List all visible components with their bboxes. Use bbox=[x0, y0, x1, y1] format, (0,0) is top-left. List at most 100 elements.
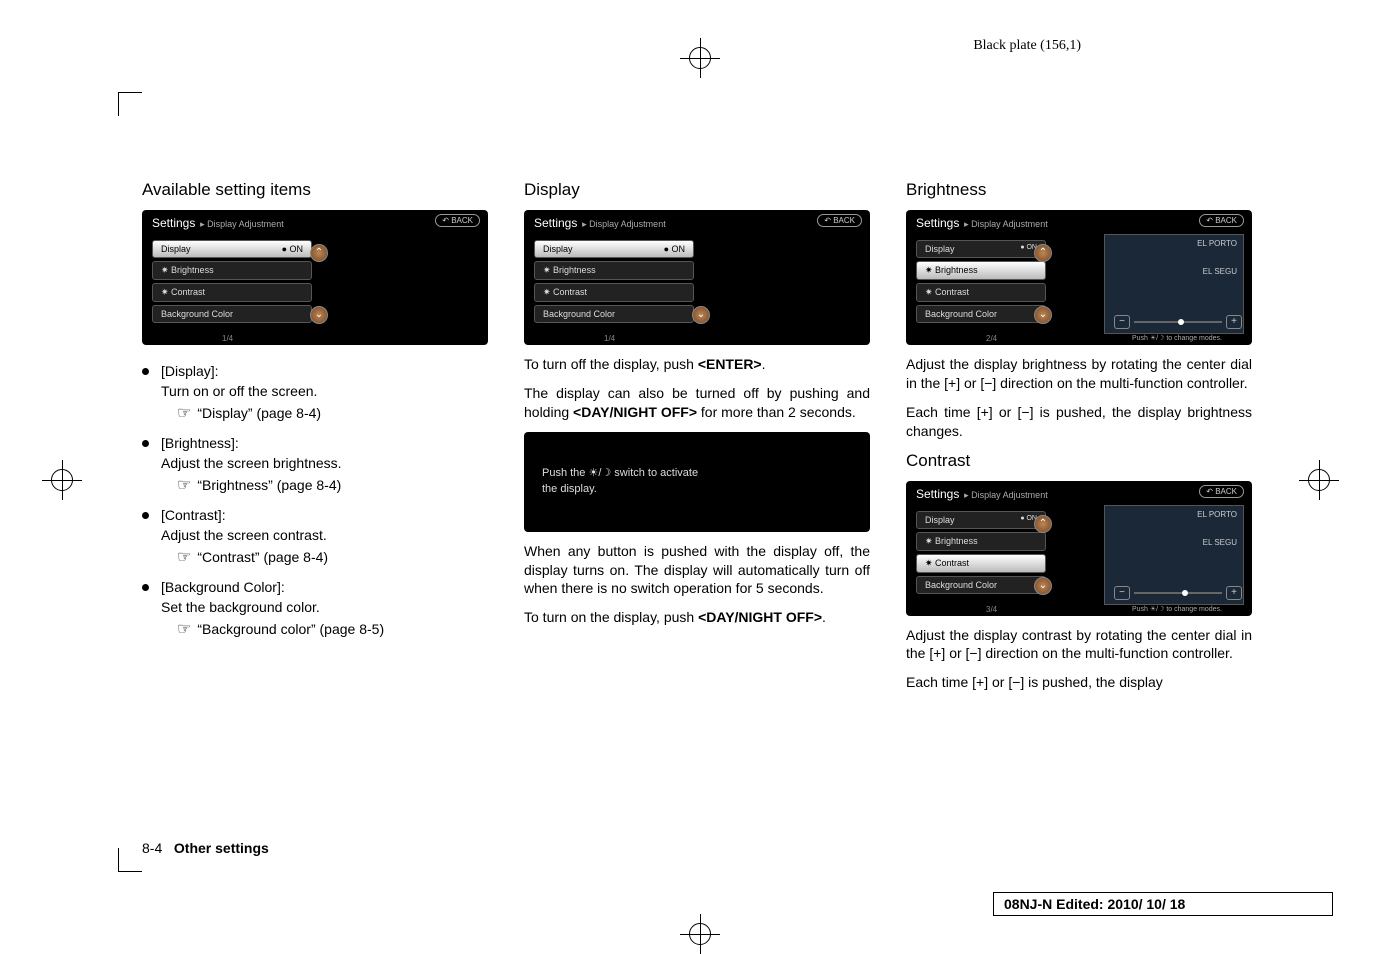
ss-menu: Display● ON ✷ Brightness ✷ Contrast Back… bbox=[534, 240, 694, 326]
menu-item-bgcolor: Background Color bbox=[916, 576, 1046, 594]
cross-reference: ☞ “Background color” (page 8-5) bbox=[177, 619, 488, 639]
heading-display: Display bbox=[524, 180, 870, 200]
ref-text: “Brightness” (page 8-4) bbox=[197, 477, 341, 493]
scroll-up-icon: ⌃ bbox=[1034, 515, 1052, 533]
ss-title: Settings bbox=[916, 216, 959, 230]
body-paragraph: To turn on the display, push <DAY/NIGHT … bbox=[524, 608, 870, 627]
ref-text: “Background color” (page 8-5) bbox=[197, 621, 384, 637]
preview-label: EL PORTO bbox=[1197, 510, 1237, 519]
crop-corner-tl bbox=[118, 92, 142, 116]
body-paragraph: Adjust the display brightness by rotatin… bbox=[906, 355, 1252, 393]
scroll-down-icon: ⌄ bbox=[310, 306, 328, 324]
crop-mark-left bbox=[42, 460, 82, 500]
key-label: <DAY/NIGHT OFF> bbox=[698, 609, 822, 625]
heading-contrast: Contrast bbox=[906, 451, 1252, 471]
crop-corner-bl bbox=[118, 848, 142, 872]
brightness-slider: − + bbox=[1114, 315, 1242, 329]
ss-breadcrumb: ▸ Display Adjustment bbox=[964, 219, 1048, 229]
menu-item-display: Display● ON bbox=[916, 240, 1046, 258]
heading-brightness: Brightness bbox=[906, 180, 1252, 200]
back-button: ↶ BACK bbox=[1199, 214, 1244, 227]
page-number: 8-4 bbox=[142, 840, 162, 856]
ss-menu: Display● ON ✷ Brightness ✷ Contrast Back… bbox=[152, 240, 312, 326]
menu-item-brightness: ✷ Brightness bbox=[916, 532, 1046, 551]
ss-breadcrumb: ▸ Display Adjustment bbox=[200, 219, 284, 229]
ref-text: “Display” (page 8-4) bbox=[197, 405, 321, 421]
scroll-up-icon: ⌃ bbox=[310, 244, 328, 262]
key-label: <ENTER> bbox=[698, 356, 762, 372]
menu-item-bgcolor: Background Color bbox=[152, 305, 312, 323]
crop-mark-top bbox=[680, 38, 720, 78]
cross-reference: ☞ “Brightness” (page 8-4) bbox=[177, 475, 488, 495]
list-item: [Display]: Turn on or off the screen. ☞ “… bbox=[142, 363, 488, 423]
menu-item-contrast: ✷ Contrast bbox=[916, 283, 1046, 302]
ss-title: Settings bbox=[534, 216, 577, 230]
ss-title: Settings bbox=[152, 216, 195, 230]
list-item: [Brightness]: Adjust the screen brightne… bbox=[142, 435, 488, 495]
item-desc: Adjust the screen brightness. bbox=[161, 455, 488, 471]
bullet-icon bbox=[142, 368, 149, 375]
ref-text: “Contrast” (page 8-4) bbox=[197, 549, 328, 565]
crop-mark-bottom bbox=[680, 914, 720, 954]
ss-page-indicator: 1/4 bbox=[222, 334, 233, 343]
scroll-down-icon: ⌄ bbox=[1034, 306, 1052, 324]
body-paragraph: Adjust the display contrast by rotating … bbox=[906, 626, 1252, 664]
menu-item-contrast: ✷ Contrast bbox=[152, 283, 312, 302]
list-item: [Background Color]: Set the background c… bbox=[142, 579, 488, 639]
ss-header: Settings ▸ Display Adjustment bbox=[916, 216, 1048, 230]
menu-item-bgcolor: Background Color bbox=[916, 305, 1046, 323]
menu-item-contrast: ✷ Contrast bbox=[916, 554, 1046, 573]
preview-sublabel: EL SEGU bbox=[1203, 267, 1237, 276]
reference-icon: ☞ bbox=[177, 619, 191, 639]
edition-box: 08NJ-N Edited: 2010/ 10/ 18 bbox=[993, 892, 1333, 916]
ss-breadcrumb: ▸ Display Adjustment bbox=[964, 490, 1048, 500]
activate-message: Push the ☀/☽ switch to activate the disp… bbox=[524, 458, 716, 505]
column-1: Available setting items Settings ▸ Displ… bbox=[142, 180, 488, 702]
reference-icon: ☞ bbox=[177, 475, 191, 495]
cross-reference: ☞“Contrast” (page 8-4) bbox=[177, 547, 488, 567]
menu-item-bgcolor: Background Color bbox=[534, 305, 694, 323]
item-title: [Display]: bbox=[161, 363, 488, 379]
cross-reference: ☞ “Display” (page 8-4) bbox=[177, 403, 488, 423]
column-3: Brightness Settings ▸ Display Adjustment… bbox=[906, 180, 1252, 702]
body-paragraph: Each time [+] or [−] is pushed, the disp… bbox=[906, 673, 1252, 692]
section-name: Other settings bbox=[174, 840, 269, 856]
setting-items-list: [Display]: Turn on or off the screen. ☞“… bbox=[142, 363, 488, 651]
ss-page-indicator: 1/4 bbox=[604, 334, 615, 343]
scroll-down-icon: ⌄ bbox=[692, 306, 710, 324]
page-footer: 8-4 Other settings bbox=[142, 840, 269, 856]
item-desc: Turn on or off the screen. bbox=[161, 383, 488, 399]
ss-page-indicator: 3/4 bbox=[986, 605, 997, 614]
plus-button: + bbox=[1226, 586, 1242, 600]
minus-button: − bbox=[1114, 315, 1130, 329]
bullet-icon bbox=[142, 440, 149, 447]
screenshot-contrast: Settings ▸ Display Adjustment ↶ BACK Dis… bbox=[906, 481, 1252, 616]
reference-icon: ☞ bbox=[177, 403, 191, 423]
ss-menu: Display● ON ✷ Brightness ✷ Contrast Back… bbox=[916, 240, 1046, 326]
page-content: Available setting items Settings ▸ Displ… bbox=[142, 180, 1252, 702]
crop-mark-right bbox=[1299, 460, 1339, 500]
back-button: ↶ BACK bbox=[1199, 485, 1244, 498]
bullet-icon bbox=[142, 512, 149, 519]
menu-item-brightness: ✷ Brightness bbox=[152, 261, 312, 280]
preview-label: EL PORTO bbox=[1197, 239, 1237, 248]
back-button: ↶ BACK bbox=[435, 214, 480, 227]
mode-note: Push ☀/☽ to change modes. bbox=[1122, 605, 1232, 613]
menu-item-display: Display● ON bbox=[916, 511, 1046, 529]
column-2: Display Settings ▸ Display Adjustment ↶ … bbox=[524, 180, 870, 702]
minus-button: − bbox=[1114, 586, 1130, 600]
menu-item-contrast: ✷ Contrast bbox=[534, 283, 694, 302]
ss-header: Settings ▸ Display Adjustment bbox=[916, 487, 1048, 501]
screenshot-available-settings: Settings ▸ Display Adjustment ↶ BACK Dis… bbox=[142, 210, 488, 345]
screenshot-brightness: Settings ▸ Display Adjustment ↶ BACK Dis… bbox=[906, 210, 1252, 345]
body-paragraph: The display can also be turned off by pu… bbox=[524, 384, 870, 422]
plus-button: + bbox=[1226, 315, 1242, 329]
mode-note: Push ☀/☽ to change modes. bbox=[1122, 334, 1232, 342]
item-desc: Set the background color. bbox=[161, 599, 488, 615]
body-paragraph: Each time [+] or [−] is pushed, the disp… bbox=[906, 403, 1252, 441]
menu-item-display: Display● ON bbox=[534, 240, 694, 258]
plate-label: Black plate (156,1) bbox=[973, 38, 1081, 54]
ss-page-indicator: 2/4 bbox=[986, 334, 997, 343]
item-title: [Contrast]: bbox=[161, 507, 488, 523]
bullet-icon bbox=[142, 584, 149, 591]
